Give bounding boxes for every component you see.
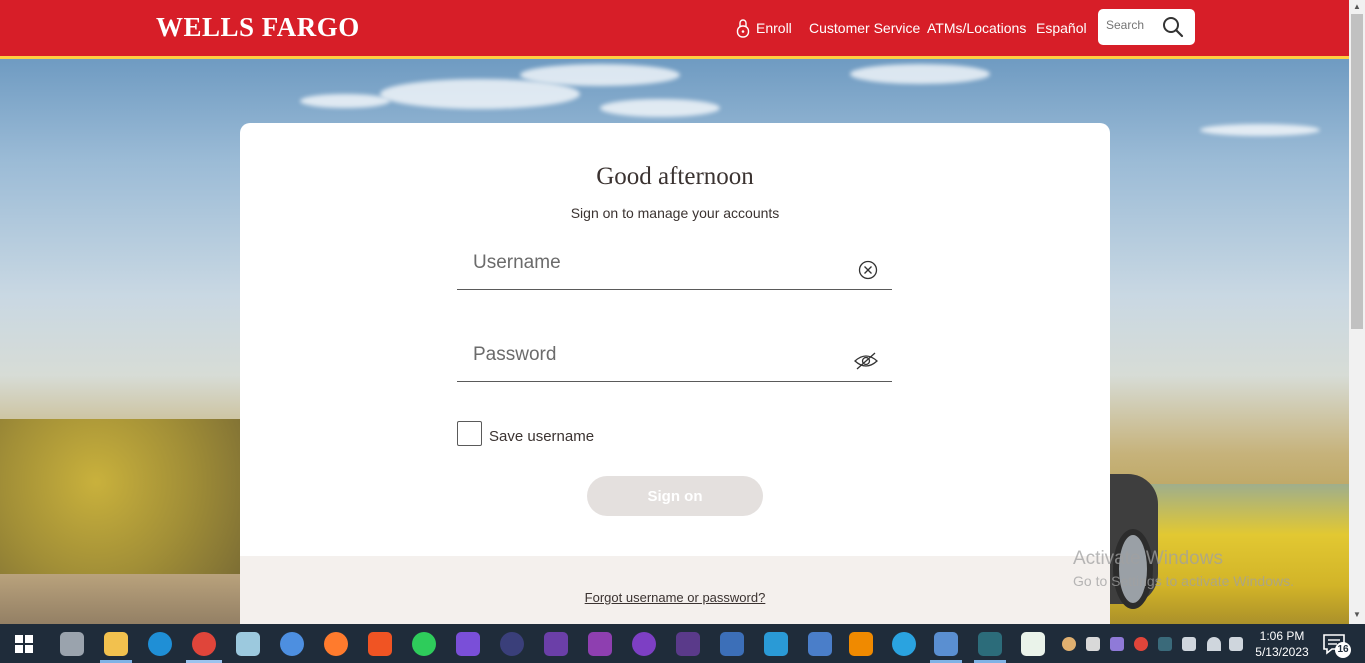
tray-pen-icon[interactable] xyxy=(1110,637,1124,651)
notification-count-badge: 16 xyxy=(1335,642,1351,658)
virtualbox-icon[interactable] xyxy=(934,632,958,656)
password-field xyxy=(457,332,892,382)
app-audio-icon[interactable] xyxy=(632,632,656,656)
app-green-icon[interactable] xyxy=(1021,632,1045,656)
windows-start-icon[interactable] xyxy=(15,635,33,653)
task-manager-icon[interactable] xyxy=(60,632,84,656)
nox-icon[interactable] xyxy=(978,632,1002,656)
clear-icon[interactable] xyxy=(858,260,878,280)
greeting-heading: Good afternoon xyxy=(596,163,754,190)
brave-icon[interactable] xyxy=(368,632,392,656)
forgot-username-password-link[interactable]: Forgot username or password? xyxy=(240,590,1110,605)
notepad-icon[interactable] xyxy=(236,632,260,656)
scroll-down-arrow-icon[interactable]: ▼ xyxy=(1349,608,1365,622)
network-app-icon[interactable] xyxy=(720,632,744,656)
lock-icon xyxy=(736,19,750,38)
nav-espanol-link[interactable]: Español xyxy=(1036,0,1087,56)
activate-windows-subtitle: Go to Settings to activate Windows. xyxy=(1073,573,1294,589)
app-n-icon[interactable] xyxy=(588,632,612,656)
username-input[interactable] xyxy=(473,252,833,274)
chromium-icon[interactable] xyxy=(280,632,304,656)
app-l-icon[interactable] xyxy=(764,632,788,656)
card-footer: Forgot username or password? xyxy=(240,556,1110,624)
nav-enroll-label: Enroll xyxy=(756,20,792,36)
scroll-thumb[interactable] xyxy=(1351,14,1363,329)
username-field xyxy=(457,240,892,290)
page-scrollbar[interactable]: ▲ ▼ xyxy=(1349,0,1365,624)
search-input[interactable] xyxy=(1106,18,1162,32)
save-username-checkbox[interactable] xyxy=(457,421,482,446)
tray-battery-icon[interactable] xyxy=(1182,637,1196,651)
nav-atms-locations-link[interactable]: ATMs/Locations xyxy=(927,0,1026,56)
taskbar-clock[interactable]: 1:06 PM 5/13/2023 xyxy=(1250,628,1314,660)
volume-icon[interactable] xyxy=(1229,637,1243,651)
whatsapp-icon[interactable] xyxy=(412,632,436,656)
wifi-icon[interactable] xyxy=(1207,637,1221,651)
tray-nox-icon[interactable] xyxy=(1158,637,1172,651)
sign-on-card: Good afternoon Sign on to manage your ac… xyxy=(240,123,1110,624)
chrome-icon[interactable] xyxy=(192,632,216,656)
sign-on-button[interactable]: Sign on xyxy=(587,476,763,516)
tray-ball-icon[interactable] xyxy=(1062,637,1076,651)
site-header: WELLS FARGO Enroll Customer Service ATMs… xyxy=(0,0,1349,56)
clock-date: 5/13/2023 xyxy=(1255,645,1309,659)
hide-password-icon[interactable] xyxy=(854,352,878,370)
edge-icon[interactable] xyxy=(148,632,172,656)
search-box xyxy=(1098,9,1195,45)
nav-customer-service-link[interactable]: Customer Service xyxy=(809,0,920,56)
telegram-icon[interactable] xyxy=(892,632,916,656)
app-infinity-icon[interactable] xyxy=(544,632,568,656)
app-d-icon[interactable] xyxy=(456,632,480,656)
vlc-icon[interactable] xyxy=(849,632,873,656)
password-input[interactable] xyxy=(473,344,833,366)
app-ring-icon[interactable] xyxy=(500,632,524,656)
clock-time: 1:06 PM xyxy=(1259,629,1305,643)
tray-chrome-icon[interactable] xyxy=(1134,637,1148,651)
nav-enroll-link[interactable]: Enroll xyxy=(736,0,792,56)
app-bike-icon[interactable] xyxy=(676,632,700,656)
sign-on-subtitle: Sign on to manage your accounts xyxy=(570,205,780,221)
tray-office-icon[interactable] xyxy=(1086,637,1100,651)
file-explorer-icon[interactable] xyxy=(104,632,128,656)
scroll-up-arrow-icon[interactable]: ▲ xyxy=(1349,0,1365,14)
search-icon[interactable] xyxy=(1162,16,1184,38)
activate-windows-title: Activate Windows xyxy=(1073,548,1223,569)
save-username-label[interactable]: Save username xyxy=(489,428,594,445)
firefox-icon[interactable] xyxy=(324,632,348,656)
remote-desktop-icon[interactable] xyxy=(808,632,832,656)
windows-taskbar: 1:06 PM 5/13/2023 16 xyxy=(0,624,1365,663)
wells-fargo-logo[interactable]: WELLS FARGO xyxy=(156,12,360,43)
